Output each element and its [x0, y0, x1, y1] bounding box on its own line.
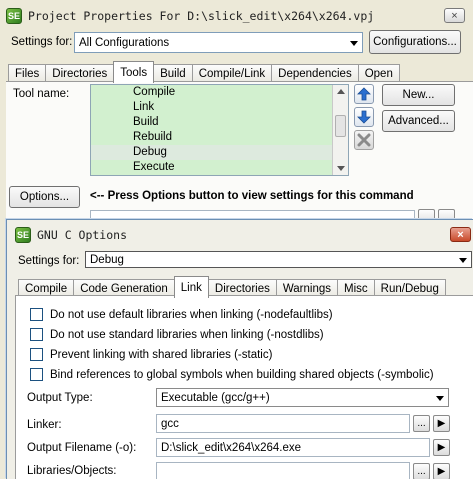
libraries-objects-input[interactable]: [156, 462, 410, 479]
output-filename-label: Output Filename (-o):: [27, 442, 137, 454]
output-filename-value: D:\slick_edit\x264\x264.exe: [161, 441, 301, 454]
inner-settings-value: Debug: [90, 253, 124, 266]
close-icon: ×: [451, 9, 458, 22]
inner-titlebar: SE GNU C Options ×: [7, 222, 473, 248]
output-type-label: Output Type:: [27, 392, 93, 404]
inner-close-button[interactable]: ×: [450, 227, 471, 242]
tool-list-item[interactable]: Compile: [91, 85, 332, 100]
scroll-up-arrow-icon[interactable]: [337, 89, 345, 94]
chevron-down-icon: [350, 40, 358, 46]
gnu-c-options-window: SE GNU C Options × Settings for: Debug C…: [6, 219, 473, 479]
linker-label: Linker:: [27, 419, 62, 431]
options-hint-text: <-- Press Options button to view setting…: [90, 190, 414, 202]
linker-menu-button[interactable]: ▶: [433, 415, 450, 432]
configurations-button[interactable]: Configurations...: [369, 30, 461, 54]
chevron-down-icon: [436, 395, 444, 401]
tool-list[interactable]: Compile Link Build Rebuild Debug Execute: [90, 84, 349, 176]
options-button[interactable]: Options...: [9, 186, 80, 208]
ellipsis-icon: ...: [417, 418, 426, 429]
tab-link[interactable]: Link: [173, 276, 209, 298]
linker-input[interactable]: gcc: [156, 414, 410, 433]
chevron-down-icon: [459, 257, 467, 263]
scroll-thumb[interactable]: [335, 115, 346, 137]
outer-window-title: Project Properties For D:\slick_edit\x26…: [28, 9, 375, 23]
inner-settings-select[interactable]: Debug: [85, 251, 472, 268]
outer-close-button[interactable]: ×: [444, 8, 465, 23]
inner-window-title: GNU C Options: [37, 228, 128, 242]
outer-titlebar: SE Project Properties For D:\slick_edit\…: [0, 3, 473, 29]
linker-value: gcc: [161, 417, 179, 430]
tool-list-item[interactable]: Rebuild: [91, 130, 332, 145]
tool-list-item-selected[interactable]: Debug: [91, 145, 332, 160]
checkbox-label: Bind references to global symbols when b…: [50, 368, 434, 381]
output-type-value: Executable (gcc/g++): [161, 391, 270, 404]
libraries-browse-button[interactable]: ...: [413, 463, 430, 479]
static-checkbox[interactable]: Prevent linking with shared libraries (-…: [30, 348, 272, 361]
arrow-right-icon: ▶: [437, 418, 446, 429]
output-filename-input[interactable]: D:\slick_edit\x264\x264.exe: [156, 438, 430, 457]
close-icon: ×: [457, 228, 464, 241]
checkbox-label: Do not use standard libraries when linki…: [50, 328, 324, 341]
arrow-right-icon: ▶: [437, 466, 446, 477]
output-filename-menu-button[interactable]: ▶: [433, 439, 450, 456]
outer-settings-value: All Configurations: [79, 36, 170, 49]
ellipsis-icon: ...: [417, 466, 426, 477]
tool-list-item[interactable]: Execute: [91, 160, 332, 175]
outer-tab-strip: Files Directories Tools Build Compile/Li…: [8, 61, 400, 83]
libraries-menu-button[interactable]: ▶: [433, 463, 450, 479]
nostdlibs-checkbox[interactable]: Do not use standard libraries when linki…: [30, 328, 324, 341]
tool-name-label: Tool name:: [13, 88, 70, 100]
arrow-down-icon: [357, 110, 371, 124]
delete-tool-button[interactable]: [354, 130, 374, 150]
inner-settings-label: Settings for:: [18, 255, 80, 267]
nodefaultlibs-checkbox[interactable]: Do not use default libraries when linkin…: [30, 308, 333, 321]
new-tool-button[interactable]: New...: [382, 84, 455, 106]
move-up-button[interactable]: [354, 84, 374, 104]
tool-list-item[interactable]: Build: [91, 115, 332, 130]
output-type-select[interactable]: Executable (gcc/g++): [156, 388, 449, 407]
tab-tools[interactable]: Tools: [113, 61, 155, 83]
checkbox-box[interactable]: [30, 308, 43, 321]
linker-browse-button[interactable]: ...: [413, 415, 430, 432]
arrow-up-icon: [357, 87, 371, 101]
checkbox-label: Do not use default libraries when linkin…: [50, 308, 333, 321]
move-down-button[interactable]: [354, 107, 374, 127]
tool-list-item[interactable]: Link: [91, 100, 332, 115]
checkbox-label: Prevent linking with shared libraries (-…: [50, 348, 273, 361]
delete-x-icon: [357, 133, 371, 147]
tool-list-scrollbar[interactable]: [332, 85, 348, 175]
outer-settings-label: Settings for:: [11, 36, 73, 48]
checkbox-box[interactable]: [30, 368, 43, 381]
advanced-button[interactable]: Advanced...: [382, 110, 455, 132]
checkbox-box[interactable]: [30, 328, 43, 341]
slickedit-app-icon: SE: [15, 227, 31, 243]
outer-settings-select[interactable]: All Configurations: [74, 32, 363, 53]
libraries-objects-label: Libraries/Objects:: [27, 465, 117, 477]
checkbox-box[interactable]: [30, 348, 43, 361]
scroll-down-arrow-icon[interactable]: [337, 166, 345, 171]
arrow-right-icon: ▶: [437, 442, 446, 453]
symbolic-checkbox[interactable]: Bind references to global symbols when b…: [30, 368, 434, 381]
slickedit-app-icon: SE: [6, 8, 22, 24]
